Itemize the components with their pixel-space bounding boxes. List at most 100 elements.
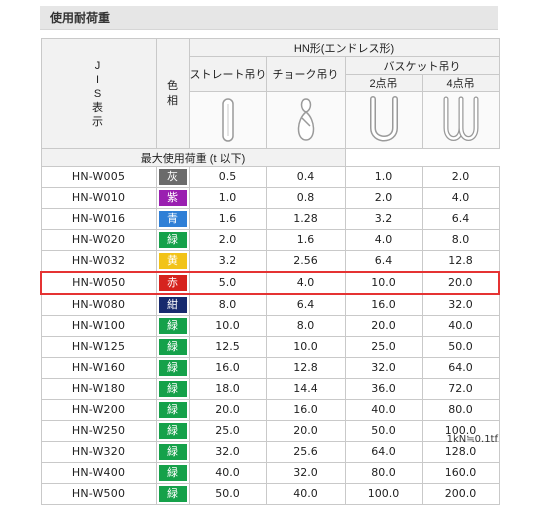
choke-load-cell: 0.8 (265, 187, 346, 209)
jis-code-cell: HN-W320 (40, 441, 157, 463)
color-swatch-cell: 紫 (155, 187, 190, 209)
four-point-load-cell: 64.0 (421, 357, 500, 379)
table-row: HN-W320 緑 32.0 25.6 64.0 128.0 (40, 441, 500, 463)
jis-code-cell: HN-W250 (40, 420, 157, 442)
two-point-load-cell: 4.0 (344, 229, 423, 251)
four-point-load-cell: 40.0 (421, 315, 500, 337)
table-body: HN-W005 灰 0.5 0.4 1.0 2.0 HN-W010 紫 1.0 0.8 2.0 4.0… (40, 166, 501, 505)
two-point-load-cell: 100.0 (344, 483, 423, 505)
color-swatch: 紺 (158, 297, 187, 313)
straight-load-cell: 3.2 (188, 250, 267, 273)
two-point-header: 2点吊 (344, 74, 423, 92)
straight-load-cell: 1.0 (188, 187, 267, 209)
color-swatch: 緑 (158, 339, 187, 355)
jis-code-cell: HN-W050 (40, 271, 157, 295)
table-row: HN-W032 黄 3.2 2.56 6.4 12.8 (40, 250, 500, 273)
four-point-load-cell: 50.0 (421, 336, 500, 358)
jis-code-cell: HN-W020 (40, 229, 157, 251)
jis-code-cell: HN-W100 (40, 315, 157, 337)
table-row: HN-W160 緑 16.0 12.8 32.0 64.0 (40, 357, 500, 379)
choke-sling-diagram (265, 91, 346, 149)
two-point-load-cell: 40.0 (344, 399, 423, 421)
two-point-load-cell: 10.0 (344, 271, 423, 295)
color-swatch: 緑 (158, 360, 187, 376)
table-row: HN-W100 緑 10.0 8.0 20.0 40.0 (40, 315, 500, 337)
jis-code-cell: HN-W400 (40, 462, 157, 484)
straight-load-cell: 20.0 (188, 399, 267, 421)
basket-two-point-diagram (344, 91, 423, 149)
color-swatch-cell: 黄 (155, 250, 190, 273)
color-swatch: 灰 (158, 169, 187, 185)
table-row: HN-W005 灰 0.5 0.4 1.0 2.0 (40, 166, 500, 188)
choke-load-cell: 1.6 (265, 229, 346, 251)
page-title: 使用耐荷重 (40, 6, 498, 30)
choke-load-cell: 2.56 (265, 250, 346, 273)
jis-code-cell: HN-W125 (40, 336, 157, 358)
four-point-load-cell: 20.0 (421, 271, 501, 295)
color-swatch: 緑 (158, 232, 187, 248)
color-swatch-cell: 緑 (155, 357, 190, 379)
four-point-load-cell: 32.0 (421, 293, 500, 316)
straight-sling-diagram (188, 91, 267, 149)
straight-load-cell: 16.0 (188, 357, 267, 379)
table-row: HN-W250 緑 25.0 20.0 50.0 100.0 (40, 420, 500, 442)
color-header: 色 相 (155, 38, 190, 149)
basket-four-point-diagram (421, 91, 500, 149)
two-point-load-cell: 20.0 (344, 315, 423, 337)
four-point-load-cell: 4.0 (421, 187, 500, 209)
jis-code-cell: HN-W160 (40, 357, 157, 379)
jis-code-cell: HN-W200 (40, 399, 157, 421)
straight-load-cell: 32.0 (188, 441, 267, 463)
color-swatch: 紫 (158, 190, 187, 206)
choke-load-cell: 6.4 (265, 293, 346, 316)
four-point-load-cell: 2.0 (421, 166, 500, 188)
table-row: HN-W180 緑 18.0 14.4 36.0 72.0 (40, 378, 500, 400)
choke-load-cell: 0.4 (265, 166, 346, 188)
color-swatch-cell: 青 (155, 208, 190, 230)
four-point-header: 4点吊 (421, 74, 500, 92)
table-row: HN-W200 緑 20.0 16.0 40.0 80.0 (40, 399, 500, 421)
color-swatch: 緑 (158, 486, 187, 502)
choke-load-cell: 32.0 (265, 462, 346, 484)
choke-load-cell: 40.0 (265, 483, 346, 505)
straight-load-cell: 0.5 (188, 166, 267, 188)
jis-code-cell: HN-W080 (40, 293, 157, 316)
color-swatch-cell: 緑 (155, 229, 190, 251)
two-point-load-cell: 2.0 (344, 187, 423, 209)
color-swatch-cell: 緑 (155, 441, 190, 463)
load-table: J I S 表 示 色 相 HN形(エンドレス形) ストレート吊り チョーク吊り… (40, 38, 501, 505)
jis-code-cell: HN-W180 (40, 378, 157, 400)
color-swatch-cell: 赤 (155, 271, 190, 295)
two-point-load-cell: 6.4 (344, 250, 423, 273)
jis-code-cell: HN-W500 (40, 483, 157, 505)
straight-load-cell: 8.0 (188, 293, 267, 316)
choke-load-cell: 12.8 (265, 357, 346, 379)
color-swatch: 赤 (158, 275, 187, 291)
table-row: HN-W050 赤 5.0 4.0 10.0 20.0 (40, 271, 501, 295)
table-row: HN-W500 緑 50.0 40.0 100.0 200.0 (40, 483, 500, 505)
color-swatch: 緑 (158, 465, 187, 481)
four-point-load-cell: 72.0 (421, 378, 500, 400)
jis-header: J I S 表 示 (40, 38, 157, 149)
color-swatch-cell: 緑 (155, 336, 190, 358)
color-swatch-cell: 紺 (155, 293, 190, 316)
table-row: HN-W080 紺 8.0 6.4 16.0 32.0 (40, 293, 500, 316)
table-row: HN-W020 緑 2.0 1.6 4.0 8.0 (40, 229, 500, 251)
hn-group-header: HN形(エンドレス形) (188, 38, 500, 57)
color-swatch-cell: 緑 (155, 420, 190, 442)
two-point-load-cell: 3.2 (344, 208, 423, 230)
color-swatch: 緑 (158, 444, 187, 460)
color-swatch: 緑 (158, 402, 187, 418)
unit-footnote: 1kN≒0.1tf (446, 434, 498, 445)
four-point-load-cell: 160.0 (421, 462, 500, 484)
color-swatch: 緑 (158, 381, 187, 397)
table-row: HN-W125 緑 12.5 10.0 25.0 50.0 (40, 336, 500, 358)
choke-header: チョーク吊り (265, 56, 346, 92)
straight-load-cell: 1.6 (188, 208, 267, 230)
straight-load-cell: 25.0 (188, 420, 267, 442)
four-point-load-cell: 80.0 (421, 399, 500, 421)
two-point-load-cell: 25.0 (344, 336, 423, 358)
straight-load-cell: 5.0 (188, 271, 267, 295)
color-swatch-cell: 緑 (155, 399, 190, 421)
table-row: HN-W016 青 1.6 1.28 3.2 6.4 (40, 208, 500, 230)
